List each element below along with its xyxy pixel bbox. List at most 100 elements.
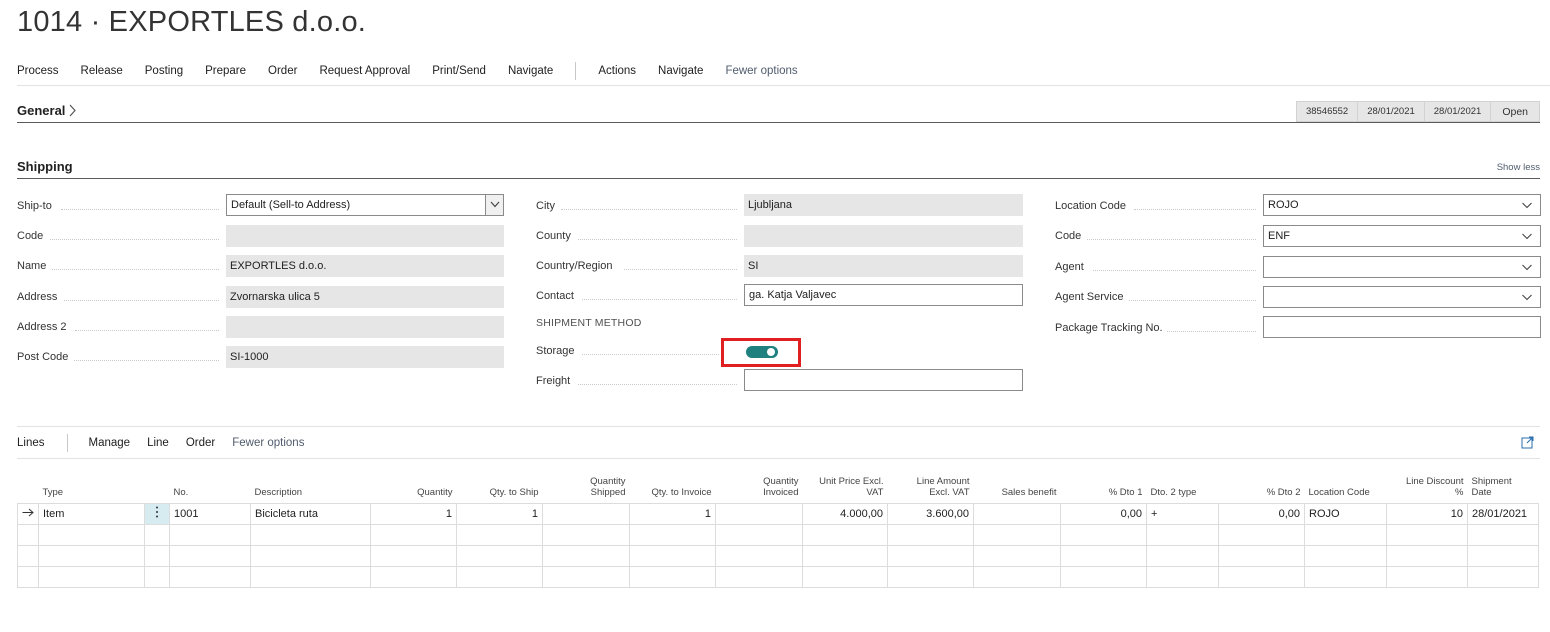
- action-release[interactable]: Release: [81, 65, 123, 77]
- empty-cell[interactable]: [169, 544, 251, 567]
- empty-cell[interactable]: [456, 523, 543, 546]
- cell-line-discount[interactable]: 10: [1386, 502, 1468, 525]
- empty-cell[interactable]: [1304, 523, 1387, 546]
- empty-cell[interactable]: [370, 544, 457, 567]
- empty-cell[interactable]: [1146, 523, 1219, 546]
- empty-cell[interactable]: [38, 565, 145, 588]
- empty-cell[interactable]: [38, 523, 145, 546]
- action-navigate[interactable]: Navigate: [508, 65, 553, 77]
- lines-fewer-options-button[interactable]: Fewer options: [232, 437, 304, 449]
- action-prepare[interactable]: Prepare: [205, 65, 246, 77]
- empty-cell[interactable]: [1146, 544, 1219, 567]
- empty-cell[interactable]: [1060, 544, 1147, 567]
- empty-cell[interactable]: [1060, 565, 1147, 588]
- col-quantity-invoiced[interactable]: Quantity Invoiced: [716, 470, 803, 503]
- empty-cell[interactable]: [456, 565, 543, 588]
- ship-to-select[interactable]: Default (Sell-to Address): [226, 194, 504, 216]
- empty-cell[interactable]: [1304, 544, 1387, 567]
- cell-dto-2-type[interactable]: +: [1146, 502, 1219, 525]
- col-dto-2[interactable]: % Dto 2: [1219, 470, 1305, 503]
- empty-cell[interactable]: [542, 544, 630, 567]
- table-row-empty[interactable]: [17, 523, 1539, 546]
- empty-cell[interactable]: [1304, 565, 1387, 588]
- empty-cell[interactable]: [1218, 544, 1305, 567]
- storage-toggle[interactable]: [746, 346, 778, 358]
- empty-cell[interactable]: [1467, 523, 1539, 546]
- empty-cell[interactable]: [250, 523, 371, 546]
- empty-cell[interactable]: [629, 523, 716, 546]
- action-posting[interactable]: Posting: [145, 65, 183, 77]
- col-unit-price[interactable]: Unit Price Excl. VAT: [803, 470, 888, 503]
- cell-description[interactable]: Bicicleta ruta: [250, 502, 371, 525]
- col-dto-1[interactable]: % Dto 1: [1061, 470, 1147, 503]
- cell-dto-1[interactable]: 0,00: [1060, 502, 1147, 525]
- show-less-link[interactable]: Show less: [1497, 162, 1540, 173]
- empty-cell[interactable]: [144, 544, 170, 567]
- empty-cell[interactable]: [250, 565, 371, 588]
- empty-cell[interactable]: [17, 523, 39, 546]
- empty-cell[interactable]: [17, 565, 39, 588]
- empty-cell[interactable]: [1386, 544, 1468, 567]
- empty-cell[interactable]: [887, 523, 974, 546]
- empty-cell[interactable]: [1060, 523, 1147, 546]
- empty-cell[interactable]: [1146, 565, 1219, 588]
- empty-cell[interactable]: [715, 523, 803, 546]
- empty-cell[interactable]: [542, 565, 630, 588]
- col-line-amount[interactable]: Line Amount Excl. VAT: [888, 470, 974, 503]
- empty-cell[interactable]: [802, 565, 888, 588]
- table-row-empty[interactable]: [17, 565, 1539, 588]
- cell-unit-price[interactable]: 4.000,00: [802, 502, 888, 525]
- empty-cell[interactable]: [38, 544, 145, 567]
- col-line-discount[interactable]: Line Discount%: [1387, 470, 1468, 503]
- fewer-options-button[interactable]: Fewer options: [725, 65, 797, 77]
- shipping-code-select[interactable]: ENF: [1263, 225, 1541, 247]
- empty-cell[interactable]: [1467, 565, 1539, 588]
- action-request-approval[interactable]: Request Approval: [319, 65, 410, 77]
- cell-shipment-date[interactable]: 28/01/2021: [1467, 502, 1539, 525]
- empty-cell[interactable]: [17, 544, 39, 567]
- col-qty-to-ship[interactable]: Qty. to Ship: [457, 470, 543, 503]
- empty-cell[interactable]: [144, 523, 170, 546]
- action-order[interactable]: Order: [268, 65, 297, 77]
- empty-cell[interactable]: [1386, 523, 1468, 546]
- contact-input[interactable]: ga. Katja Valjavec: [744, 284, 1023, 306]
- agent-select[interactable]: [1263, 256, 1541, 278]
- col-qty-to-invoice[interactable]: Qty. to Invoice: [630, 470, 716, 503]
- empty-cell[interactable]: [169, 523, 251, 546]
- freight-input[interactable]: [744, 369, 1023, 391]
- action-process[interactable]: Process: [17, 65, 59, 77]
- table-row[interactable]: Item 1001 Bicicleta ruta 1 1 1 4.000,00 …: [17, 502, 1539, 525]
- empty-cell[interactable]: [715, 565, 803, 588]
- col-dto-2-type[interactable]: Dto. 2 type: [1147, 470, 1219, 503]
- empty-cell[interactable]: [1218, 523, 1305, 546]
- empty-cell[interactable]: [1386, 565, 1468, 588]
- empty-cell[interactable]: [629, 544, 716, 567]
- empty-cell[interactable]: [456, 544, 543, 567]
- empty-cell[interactable]: [802, 544, 888, 567]
- lines-action-manage[interactable]: Manage: [89, 437, 131, 449]
- cell-qty-to-invoice[interactable]: 1: [629, 502, 716, 525]
- empty-cell[interactable]: [542, 523, 630, 546]
- general-section-header[interactable]: General: [17, 103, 77, 118]
- table-row-empty[interactable]: [17, 544, 1539, 567]
- col-quantity-shipped[interactable]: Quantity Shipped: [543, 470, 630, 503]
- col-sales-benefit[interactable]: Sales benefit: [974, 470, 1061, 503]
- action-actions[interactable]: Actions: [598, 65, 636, 77]
- cell-qty-to-ship[interactable]: 1: [456, 502, 543, 525]
- col-type[interactable]: Type: [39, 470, 145, 503]
- empty-cell[interactable]: [1218, 565, 1305, 588]
- action-navigate-2[interactable]: Navigate: [658, 65, 703, 77]
- col-description[interactable]: Description: [251, 470, 371, 503]
- col-quantity[interactable]: Quantity: [371, 470, 457, 503]
- col-location-code[interactable]: Location Code: [1305, 470, 1387, 503]
- expand-icon[interactable]: [1521, 436, 1534, 449]
- agent-service-select[interactable]: [1263, 286, 1541, 308]
- lines-action-order[interactable]: Order: [186, 437, 215, 449]
- ship-to-dropdown-button[interactable]: [485, 195, 503, 215]
- cell-dto-2[interactable]: 0,00: [1218, 502, 1305, 525]
- cell-line-amount[interactable]: 3.600,00: [887, 502, 974, 525]
- col-shipment-date[interactable]: Shipment Date: [1468, 470, 1539, 503]
- cell-location-code[interactable]: ROJO: [1304, 502, 1387, 525]
- col-no[interactable]: No.: [170, 470, 251, 503]
- row-menu-button[interactable]: [144, 502, 170, 525]
